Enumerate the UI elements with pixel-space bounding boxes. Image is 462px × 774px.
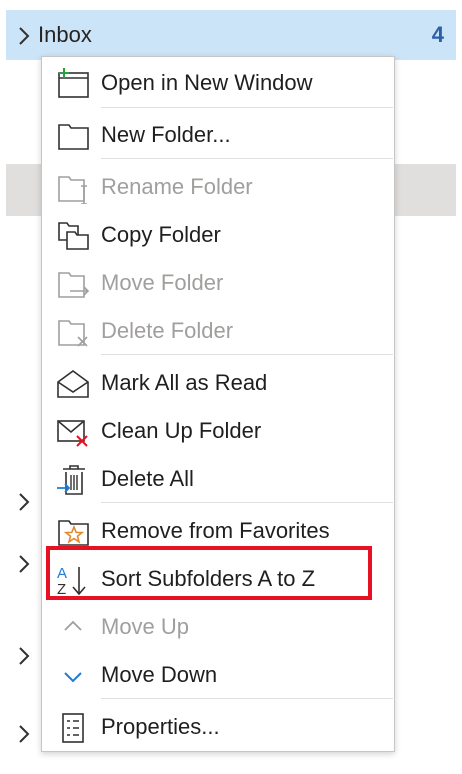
menu-item-label: Properties... [101,714,220,739]
favorite-folder-icon [56,516,90,548]
menu-item-delete-all[interactable]: Delete All [42,456,394,502]
menu-item-clean-up-folder[interactable]: Clean Up Folder [42,408,394,454]
menu-item-label: Copy Folder [101,222,221,247]
menu-item-open-new-window[interactable]: Open in New Window [42,60,394,106]
folder-label: Inbox [38,22,92,47]
menu-item-new-folder[interactable]: New Folder... [42,112,394,158]
unread-count-badge: 4 [431,22,444,47]
folder-context-menu: Open in New Window New Folder... Rename … [41,56,395,752]
menu-item-properties[interactable]: Properties... [42,704,394,750]
highlight-box [46,546,372,600]
menu-item-rename-folder[interactable]: Rename Folder [42,164,394,210]
menu-item-label: Mark All as Read [101,370,268,395]
copy-folder-icon [56,220,90,252]
menu-item-label: Move Up [101,614,190,639]
rename-folder-icon [56,172,90,204]
folder-item-inbox[interactable]: Inbox 4 [6,10,456,60]
menu-separator [101,502,393,503]
menu-item-label: Delete All [101,466,194,491]
menu-separator [101,698,393,699]
menu-item-mark-all-read[interactable]: Mark All as Read [42,360,394,406]
menu-item-label: Move Folder [101,270,224,295]
chevron-right-icon[interactable] [18,724,30,744]
menu-item-move-folder[interactable]: Move Folder [42,260,394,306]
menu-separator [101,107,393,108]
open-new-window-icon [56,68,90,100]
menu-item-copy-folder[interactable]: Copy Folder [42,212,394,258]
menu-item-label: New Folder... [101,122,231,147]
menu-item-move-down[interactable]: Move Down [42,652,394,698]
chevron-right-icon[interactable] [18,646,30,666]
menu-separator [101,158,393,159]
chevron-right-icon[interactable] [18,492,30,512]
delete-all-icon [56,464,90,496]
move-folder-icon [56,268,90,300]
menu-separator [101,354,393,355]
menu-item-label: Open in New Window [101,70,313,95]
mark-read-icon [56,368,90,400]
delete-folder-icon [56,316,90,348]
menu-item-label: Remove from Favorites [101,518,330,543]
menu-item-label: Move Down [101,662,218,687]
chevron-down-icon [56,660,90,692]
new-folder-icon [56,120,90,152]
properties-icon [56,712,90,744]
menu-item-label: Clean Up Folder [101,418,262,443]
menu-item-label: Delete Folder [101,318,234,343]
chevron-up-icon [56,612,90,644]
clean-up-icon [56,416,90,448]
menu-item-move-up[interactable]: Move Up [42,604,394,650]
chevron-right-icon[interactable] [18,554,30,574]
chevron-right-icon[interactable] [18,26,30,46]
menu-item-delete-folder[interactable]: Delete Folder [42,308,394,354]
menu-item-label: Rename Folder [101,174,253,199]
